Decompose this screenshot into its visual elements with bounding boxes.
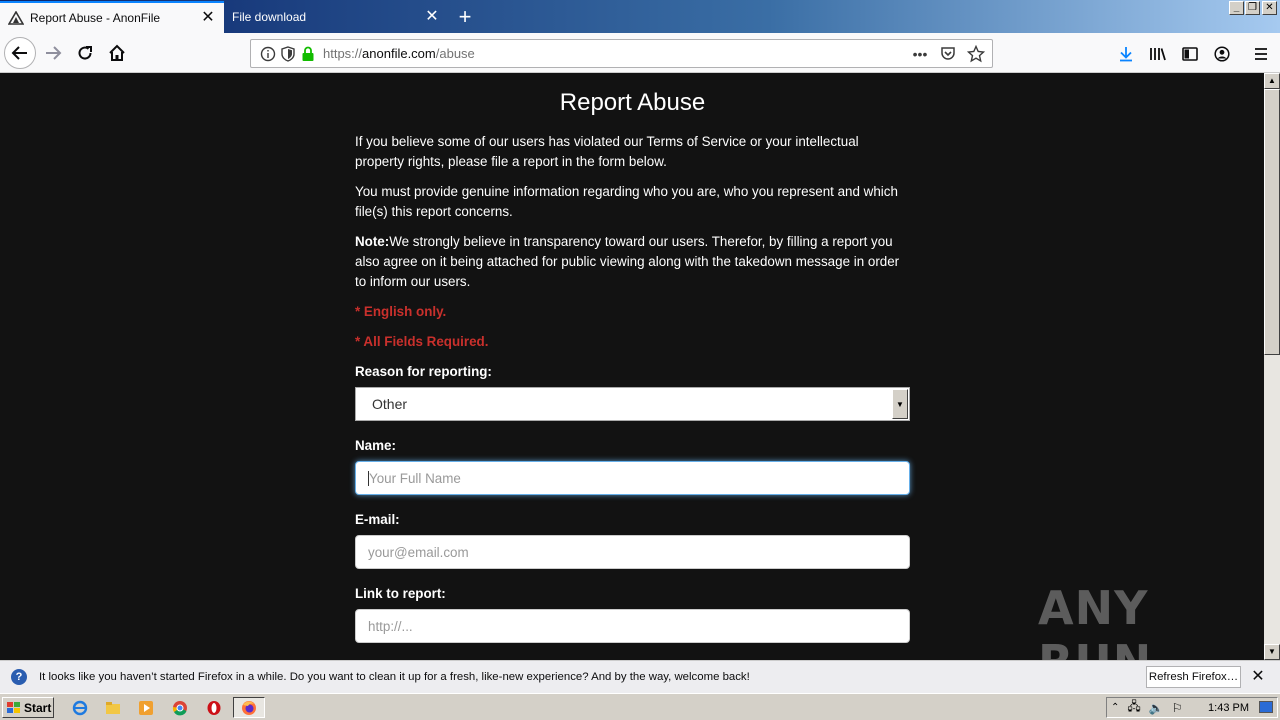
chrome-icon[interactable] — [171, 699, 189, 717]
downloads-icon[interactable] — [1115, 43, 1137, 65]
back-button[interactable] — [4, 37, 36, 69]
volume-icon[interactable]: 🔈 — [1149, 701, 1164, 715]
link-placeholder: http://... — [368, 618, 413, 634]
refresh-notification-bar: ? It looks like you haven’t started Fire… — [0, 660, 1280, 693]
action-center-flag-icon[interactable]: ⚐ — [1172, 701, 1183, 715]
taskbar-firefox-button[interactable] — [233, 697, 265, 718]
scroll-up-icon[interactable]: ▲ — [1264, 73, 1280, 89]
reason-selected-value: Other — [372, 396, 408, 412]
tab-title: File download — [232, 10, 307, 24]
name-label: Name: — [355, 438, 396, 453]
internet-explorer-icon[interactable] — [71, 699, 89, 717]
reload-icon — [78, 46, 92, 60]
tracking-shield-icon[interactable] — [279, 45, 297, 63]
name-input[interactable]: Your Full Name — [355, 461, 910, 495]
new-tab-icon[interactable]: + — [452, 4, 478, 30]
network-icon[interactable]: 🖧 — [1127, 697, 1140, 718]
url-path: /abuse — [435, 46, 475, 61]
sidebar-icon[interactable] — [1179, 43, 1201, 65]
note-label: Note: — [355, 234, 390, 249]
reload-button[interactable] — [70, 38, 100, 68]
email-placeholder: your@email.com — [368, 544, 469, 560]
forward-button[interactable] — [38, 38, 68, 68]
window-close-icon[interactable]: ✕ — [1262, 1, 1277, 15]
home-button[interactable] — [102, 38, 132, 68]
anonfile-favicon-icon — [8, 10, 24, 26]
padlock-icon[interactable] — [299, 45, 317, 63]
refresh-firefox-button[interactable]: Refresh Firefox… — [1146, 666, 1241, 688]
start-label: Start — [24, 700, 52, 715]
media-player-icon[interactable] — [137, 699, 155, 717]
minimize-icon[interactable]: _ — [1229, 1, 1244, 15]
note-paragraph: Note:We strongly believe in transparency… — [355, 232, 910, 292]
navigation-toolbar: https://anonfile.com/abuse ••• — [0, 33, 1280, 73]
url-scheme: https:// — [323, 46, 363, 61]
email-label: E-mail: — [355, 512, 400, 527]
scroll-down-icon[interactable]: ▼ — [1264, 644, 1280, 660]
bookmark-star-icon[interactable] — [966, 44, 986, 64]
scrollbar-thumb[interactable] — [1264, 89, 1280, 355]
link-input[interactable]: http://... — [355, 609, 910, 643]
library-icon[interactable] — [1147, 43, 1169, 65]
email-input[interactable]: your@email.com — [355, 535, 910, 569]
tab-report-abuse[interactable]: Report Abuse - AnonFile ✕ — [0, 1, 224, 33]
tab-close-icon[interactable]: ✕ — [424, 9, 440, 25]
page-actions-icon[interactable]: ••• — [910, 44, 930, 64]
page-content: Report Abuse If you believe some of our … — [0, 73, 1264, 660]
reason-select[interactable]: Other ▼ — [355, 387, 910, 421]
tab-close-icon[interactable]: ✕ — [200, 10, 216, 26]
tray-expand-icon[interactable]: ⌃ — [1111, 702, 1119, 713]
forward-arrow-icon — [46, 46, 62, 60]
name-placeholder: Your Full Name — [369, 470, 461, 486]
menu-icon[interactable] — [1250, 43, 1272, 65]
link-label: Link to report: — [355, 586, 446, 601]
anyrun-watermark: ANY RUN — [1038, 581, 1151, 660]
url-bar[interactable]: https://anonfile.com/abuse ••• — [250, 39, 993, 68]
windows-taskbar: Start ⌃ 🖧 🔈 ⚐ 1:43 PM — [0, 693, 1280, 720]
windows-logo-icon — [7, 701, 20, 713]
pocket-icon[interactable] — [938, 44, 958, 64]
info-paragraph: You must provide genuine information reg… — [355, 184, 898, 219]
start-button[interactable]: Start — [2, 697, 54, 718]
intro-paragraph: If you believe some of our users has vio… — [355, 134, 859, 169]
url-host: anonfile.com — [362, 46, 436, 61]
notification-close-icon[interactable]: ✕ — [1250, 669, 1266, 685]
show-desktop-icon[interactable] — [1259, 701, 1273, 713]
english-only-notice: * English only. — [355, 304, 447, 319]
home-icon — [109, 44, 125, 61]
opera-icon[interactable] — [205, 699, 223, 717]
dropdown-arrow-icon[interactable]: ▼ — [892, 389, 908, 419]
system-tray: ⌃ 🖧 🔈 ⚐ 1:43 PM — [1106, 697, 1278, 718]
account-icon[interactable] — [1211, 43, 1233, 65]
restore-icon[interactable]: ❐ — [1245, 1, 1260, 15]
clock: 1:43 PM — [1208, 701, 1249, 714]
url-text: https://anonfile.com/abuse — [323, 46, 475, 61]
vertical-scrollbar[interactable]: ▲ ▼ — [1264, 73, 1280, 660]
info-icon[interactable] — [259, 45, 277, 63]
tab-strip: Report Abuse - AnonFile ✕ File download … — [0, 0, 1280, 33]
page-title: Report Abuse — [559, 89, 706, 116]
tab-file-download[interactable]: File download ✕ — [224, 1, 448, 33]
note-text: We strongly believe in transparency towa… — [355, 234, 900, 289]
info-icon: ? — [11, 669, 27, 685]
reason-label: Reason for reporting: — [355, 364, 492, 379]
notification-message: It looks like you haven’t started Firefo… — [39, 671, 750, 683]
tab-title: Report Abuse - AnonFile — [30, 11, 161, 25]
all-fields-required-notice: * All Fields Required. — [355, 334, 489, 349]
back-arrow-icon — [11, 46, 27, 60]
file-explorer-icon[interactable] — [104, 699, 122, 717]
firefox-icon — [242, 700, 256, 715]
